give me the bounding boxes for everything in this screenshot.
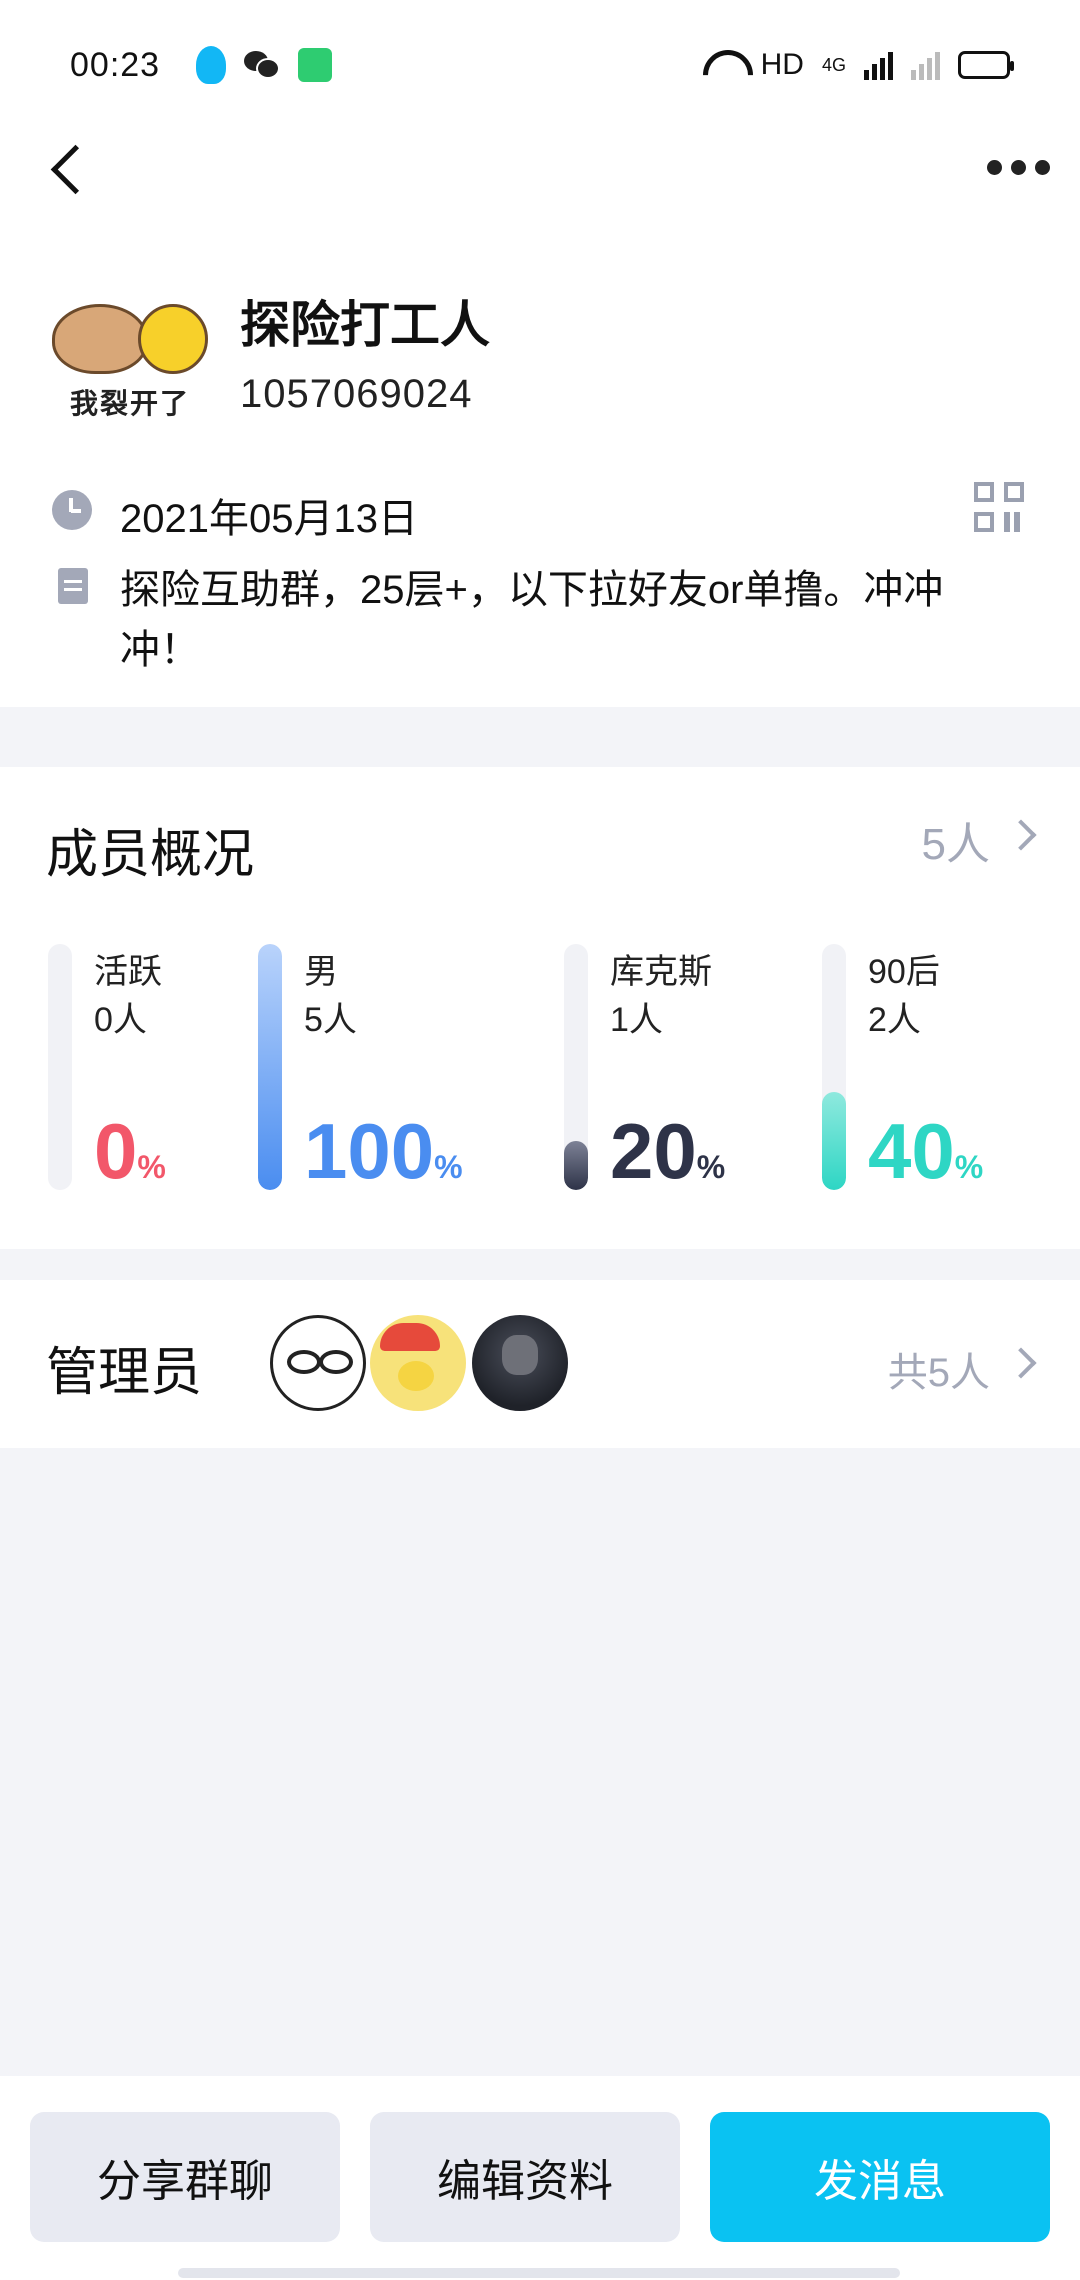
wifi-icon xyxy=(703,50,743,80)
stat-people: 0人 xyxy=(94,1001,147,1039)
stat-percent: 0% xyxy=(94,1107,166,1195)
stat-bar-fill xyxy=(822,1092,846,1190)
stat-percent: 100% xyxy=(304,1107,463,1195)
network-label: HD xyxy=(760,48,804,81)
avatar xyxy=(370,1315,466,1411)
potato-sticker xyxy=(52,304,148,374)
chevron-left-icon[interactable] xyxy=(46,140,86,200)
stat-bar-track xyxy=(258,944,282,1190)
stat-label: 男 xyxy=(304,953,338,991)
status-time: 00:23 xyxy=(70,45,161,84)
avatar xyxy=(270,1315,366,1411)
stat-label: 活跃 xyxy=(94,953,162,991)
stat-people: 5人 xyxy=(304,1001,357,1039)
share-group-button[interactable]: 分享群聊 xyxy=(30,2112,340,2242)
created-date: 2021年05月13日 xyxy=(120,497,418,541)
system-icons: HD 4G xyxy=(703,48,1014,82)
group-name: 探险打工人 xyxy=(240,297,490,353)
lemon-sticker xyxy=(138,304,208,374)
group-avatar[interactable]: 我裂开了 xyxy=(46,290,216,430)
stat-bar-fill xyxy=(564,1141,588,1190)
status-bar: 00:23 HD 4G xyxy=(0,0,1080,130)
stat-bar-track xyxy=(48,944,72,1190)
stat-bar-track xyxy=(822,944,846,1190)
group-id: 1057069024 xyxy=(240,372,473,416)
admins-title: 管理员 xyxy=(46,1344,203,1402)
stat-percent: 40% xyxy=(868,1107,984,1195)
document-icon xyxy=(58,568,88,604)
battery-saver-icon xyxy=(298,48,333,82)
qq-icon xyxy=(196,46,227,84)
avatar xyxy=(472,1315,568,1411)
send-message-button[interactable]: 发消息 xyxy=(710,2112,1050,2242)
battery-icon xyxy=(958,51,1014,79)
members-title: 成员概况 xyxy=(46,826,255,884)
notification-icons xyxy=(196,46,333,84)
members-count[interactable]: 5人 xyxy=(922,808,990,872)
group-description: 探险互助群，25层+，以下拉好友or单撸。冲冲冲！ xyxy=(120,568,944,672)
signal-label: 4G xyxy=(821,54,846,75)
signal-secondary-icon xyxy=(911,50,940,80)
stat-label: 库克斯 xyxy=(610,953,712,991)
home-indicator[interactable] xyxy=(178,2268,900,2278)
stat-bar-fill xyxy=(258,944,282,1190)
qr-code-icon[interactable] xyxy=(974,482,1024,532)
signal-icon xyxy=(864,50,893,80)
wechat-icon xyxy=(244,49,281,81)
group-profile-page: 00:23 HD 4G 我裂开了 探险打工人 1057069024 2021年0 xyxy=(0,0,1080,2280)
admins-count[interactable]: 共5人 xyxy=(888,1340,990,1398)
more-horizontal-icon[interactable] xyxy=(987,160,1050,175)
stat-percent: 20% xyxy=(610,1107,726,1195)
stat-people: 1人 xyxy=(610,1001,663,1039)
stat-people: 2人 xyxy=(868,1001,921,1039)
clock-icon xyxy=(52,490,92,530)
edit-profile-button[interactable]: 编辑资料 xyxy=(370,2112,680,2242)
avatar-caption: 我裂开了 xyxy=(70,387,191,420)
stat-label: 90后 xyxy=(868,953,940,991)
stat-bar-track xyxy=(564,944,588,1190)
